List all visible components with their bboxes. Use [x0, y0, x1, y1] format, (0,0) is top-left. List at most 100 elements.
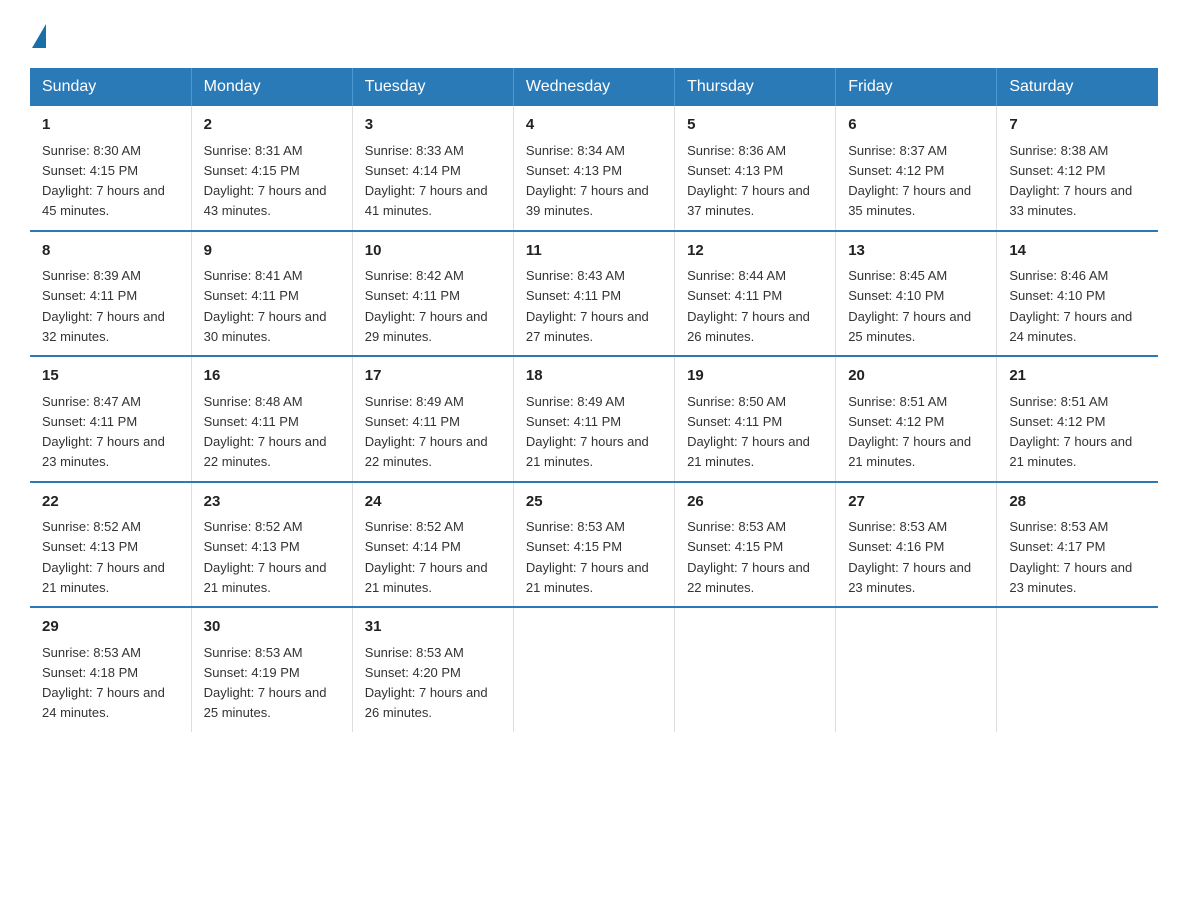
day-number: 30	[204, 616, 340, 639]
day-info: Sunrise: 8:46 AMSunset: 4:10 PMDaylight:…	[1009, 268, 1132, 344]
day-of-week-header: Thursday	[675, 68, 836, 106]
day-info: Sunrise: 8:48 AMSunset: 4:11 PMDaylight:…	[204, 394, 327, 470]
calendar-cell: 18 Sunrise: 8:49 AMSunset: 4:11 PMDayligh…	[513, 356, 674, 482]
calendar-cell: 29 Sunrise: 8:53 AMSunset: 4:18 PMDayligh…	[30, 607, 191, 732]
calendar-cell: 25 Sunrise: 8:53 AMSunset: 4:15 PMDayligh…	[513, 482, 674, 608]
day-info: Sunrise: 8:45 AMSunset: 4:10 PMDaylight:…	[848, 268, 971, 344]
day-info: Sunrise: 8:53 AMSunset: 4:17 PMDaylight:…	[1009, 519, 1132, 595]
calendar-cell: 2Sunrise: 8:31 AMSunset: 4:15 PMDaylight…	[191, 106, 352, 231]
calendar-cell: 24 Sunrise: 8:52 AMSunset: 4:14 PMDayligh…	[352, 482, 513, 608]
calendar-cell: 12 Sunrise: 8:44 AMSunset: 4:11 PMDayligh…	[675, 231, 836, 357]
day-of-week-header: Tuesday	[352, 68, 513, 106]
day-number: 5	[687, 114, 823, 137]
calendar-table: SundayMondayTuesdayWednesdayThursdayFrid…	[30, 68, 1158, 732]
day-number: 21	[1009, 365, 1146, 388]
day-info: Sunrise: 8:53 AMSunset: 4:16 PMDaylight:…	[848, 519, 971, 595]
day-number: 28	[1009, 491, 1146, 514]
calendar-cell: 20 Sunrise: 8:51 AMSunset: 4:12 PMDayligh…	[836, 356, 997, 482]
day-number: 10	[365, 240, 501, 263]
day-info: Sunrise: 8:37 AMSunset: 4:12 PMDaylight:…	[848, 143, 971, 219]
calendar-cell: 15Sunrise: 8:47 AMSunset: 4:11 PMDayligh…	[30, 356, 191, 482]
calendar-cell	[836, 607, 997, 732]
day-number: 16	[204, 365, 340, 388]
calendar-cell: 21 Sunrise: 8:51 AMSunset: 4:12 PMDayligh…	[997, 356, 1158, 482]
calendar-cell: 5 Sunrise: 8:36 AMSunset: 4:13 PMDaylight…	[675, 106, 836, 231]
day-info: Sunrise: 8:49 AMSunset: 4:11 PMDaylight:…	[526, 394, 649, 470]
day-number: 31	[365, 616, 501, 639]
day-info: Sunrise: 8:53 AMSunset: 4:15 PMDaylight:…	[687, 519, 810, 595]
day-number: 24	[365, 491, 501, 514]
day-number: 23	[204, 491, 340, 514]
day-number: 15	[42, 365, 179, 388]
day-number: 29	[42, 616, 179, 639]
logo	[30, 20, 46, 48]
day-number: 19	[687, 365, 823, 388]
calendar-cell: 17Sunrise: 8:49 AMSunset: 4:11 PMDayligh…	[352, 356, 513, 482]
day-info: Sunrise: 8:51 AMSunset: 4:12 PMDaylight:…	[848, 394, 971, 470]
calendar-cell	[675, 607, 836, 732]
calendar-cell: 27Sunrise: 8:53 AMSunset: 4:16 PMDayligh…	[836, 482, 997, 608]
calendar-cell: 9 Sunrise: 8:41 AMSunset: 4:11 PMDaylight…	[191, 231, 352, 357]
calendar-week-row: 8 Sunrise: 8:39 AMSunset: 4:11 PMDaylight…	[30, 231, 1158, 357]
day-info: Sunrise: 8:41 AMSunset: 4:11 PMDaylight:…	[204, 268, 327, 344]
calendar-cell: 6Sunrise: 8:37 AMSunset: 4:12 PMDaylight…	[836, 106, 997, 231]
day-of-week-header: Friday	[836, 68, 997, 106]
day-number: 7	[1009, 114, 1146, 137]
calendar-cell: 26 Sunrise: 8:53 AMSunset: 4:15 PMDayligh…	[675, 482, 836, 608]
day-info: Sunrise: 8:42 AMSunset: 4:11 PMDaylight:…	[365, 268, 488, 344]
day-number: 17	[365, 365, 501, 388]
calendar-week-row: 29 Sunrise: 8:53 AMSunset: 4:18 PMDayligh…	[30, 607, 1158, 732]
day-number: 9	[204, 240, 340, 263]
logo-triangle-icon	[32, 24, 46, 48]
day-number: 18	[526, 365, 662, 388]
day-info: Sunrise: 8:53 AMSunset: 4:15 PMDaylight:…	[526, 519, 649, 595]
day-info: Sunrise: 8:38 AMSunset: 4:12 PMDaylight:…	[1009, 143, 1132, 219]
day-info: Sunrise: 8:52 AMSunset: 4:13 PMDaylight:…	[42, 519, 165, 595]
calendar-cell: 13 Sunrise: 8:45 AMSunset: 4:10 PMDayligh…	[836, 231, 997, 357]
calendar-week-row: 15Sunrise: 8:47 AMSunset: 4:11 PMDayligh…	[30, 356, 1158, 482]
calendar-body: 1Sunrise: 8:30 AMSunset: 4:15 PMDaylight…	[30, 106, 1158, 732]
header-row: SundayMondayTuesdayWednesdayThursdayFrid…	[30, 68, 1158, 106]
day-number: 14	[1009, 240, 1146, 263]
day-info: Sunrise: 8:33 AMSunset: 4:14 PMDaylight:…	[365, 143, 488, 219]
calendar-cell: 16 Sunrise: 8:48 AMSunset: 4:11 PMDayligh…	[191, 356, 352, 482]
day-info: Sunrise: 8:30 AMSunset: 4:15 PMDaylight:…	[42, 143, 165, 219]
day-number: 12	[687, 240, 823, 263]
day-of-week-header: Wednesday	[513, 68, 674, 106]
day-number: 8	[42, 240, 179, 263]
day-info: Sunrise: 8:52 AMSunset: 4:13 PMDaylight:…	[204, 519, 327, 595]
day-info: Sunrise: 8:51 AMSunset: 4:12 PMDaylight:…	[1009, 394, 1132, 470]
day-number: 3	[365, 114, 501, 137]
day-number: 4	[526, 114, 662, 137]
calendar-cell: 30 Sunrise: 8:53 AMSunset: 4:19 PMDayligh…	[191, 607, 352, 732]
calendar-cell	[997, 607, 1158, 732]
day-number: 13	[848, 240, 984, 263]
day-number: 26	[687, 491, 823, 514]
calendar-cell: 22 Sunrise: 8:52 AMSunset: 4:13 PMDayligh…	[30, 482, 191, 608]
day-number: 20	[848, 365, 984, 388]
day-info: Sunrise: 8:52 AMSunset: 4:14 PMDaylight:…	[365, 519, 488, 595]
day-info: Sunrise: 8:53 AMSunset: 4:18 PMDaylight:…	[42, 645, 165, 721]
calendar-cell: 4 Sunrise: 8:34 AMSunset: 4:13 PMDaylight…	[513, 106, 674, 231]
day-info: Sunrise: 8:53 AMSunset: 4:19 PMDaylight:…	[204, 645, 327, 721]
calendar-cell: 23 Sunrise: 8:52 AMSunset: 4:13 PMDayligh…	[191, 482, 352, 608]
calendar-cell: 1Sunrise: 8:30 AMSunset: 4:15 PMDaylight…	[30, 106, 191, 231]
day-info: Sunrise: 8:34 AMSunset: 4:13 PMDaylight:…	[526, 143, 649, 219]
day-info: Sunrise: 8:53 AMSunset: 4:20 PMDaylight:…	[365, 645, 488, 721]
calendar-cell: 14 Sunrise: 8:46 AMSunset: 4:10 PMDayligh…	[997, 231, 1158, 357]
day-info: Sunrise: 8:36 AMSunset: 4:13 PMDaylight:…	[687, 143, 810, 219]
day-info: Sunrise: 8:43 AMSunset: 4:11 PMDaylight:…	[526, 268, 649, 344]
calendar-cell: 19Sunrise: 8:50 AMSunset: 4:11 PMDayligh…	[675, 356, 836, 482]
day-of-week-header: Monday	[191, 68, 352, 106]
day-info: Sunrise: 8:39 AMSunset: 4:11 PMDaylight:…	[42, 268, 165, 344]
day-number: 25	[526, 491, 662, 514]
calendar-week-row: 1Sunrise: 8:30 AMSunset: 4:15 PMDaylight…	[30, 106, 1158, 231]
day-info: Sunrise: 8:44 AMSunset: 4:11 PMDaylight:…	[687, 268, 810, 344]
calendar-cell: 3 Sunrise: 8:33 AMSunset: 4:14 PMDaylight…	[352, 106, 513, 231]
day-number: 22	[42, 491, 179, 514]
day-number: 11	[526, 240, 662, 263]
calendar-week-row: 22 Sunrise: 8:52 AMSunset: 4:13 PMDayligh…	[30, 482, 1158, 608]
calendar-cell: 11 Sunrise: 8:43 AMSunset: 4:11 PMDayligh…	[513, 231, 674, 357]
calendar-cell: 8 Sunrise: 8:39 AMSunset: 4:11 PMDaylight…	[30, 231, 191, 357]
calendar-cell: 28 Sunrise: 8:53 AMSunset: 4:17 PMDayligh…	[997, 482, 1158, 608]
